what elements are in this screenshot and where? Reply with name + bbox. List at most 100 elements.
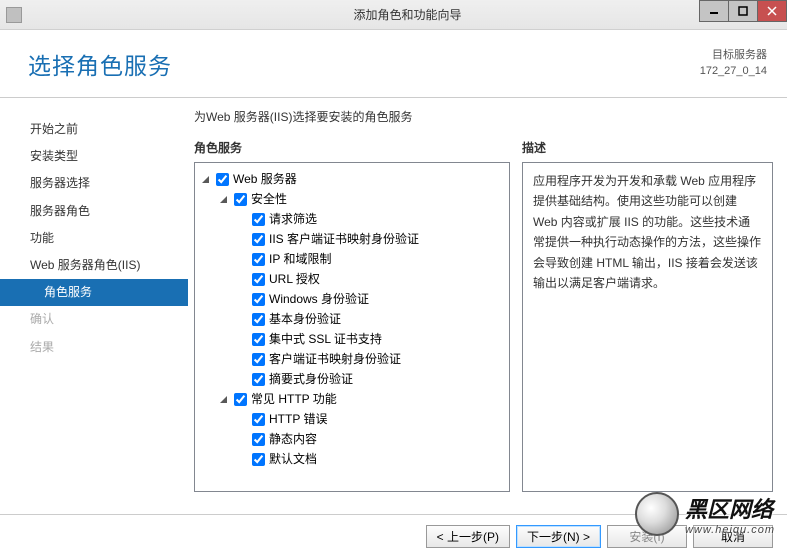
role-services-head: 角色服务 xyxy=(194,139,510,156)
tree-node[interactable]: 常见 HTTP 功能 xyxy=(201,389,507,409)
tree-checkbox[interactable] xyxy=(252,333,265,346)
tree-toggle-placeholder xyxy=(237,414,248,425)
description-box: 应用程序开发为开发和承载 Web 应用程序提供基础结构。使用这些功能可以创建 W… xyxy=(522,162,773,492)
role-services-column: 为Web 服务器(IIS)选择要安装的角色服务 角色服务 Web 服务器安全性请… xyxy=(194,108,510,514)
tree-node[interactable]: 请求筛选 xyxy=(201,209,507,229)
tree-label: 安全性 xyxy=(251,189,287,209)
tree-toggle-placeholder xyxy=(237,314,248,325)
tree-node[interactable]: 静态内容 xyxy=(201,429,507,449)
tree-toggle-icon[interactable] xyxy=(219,394,230,405)
tree-toggle-placeholder xyxy=(237,274,248,285)
description-column: 描述 应用程序开发为开发和承载 Web 应用程序提供基础结构。使用这些功能可以创… xyxy=(522,108,773,514)
tree-label: Windows 身份验证 xyxy=(269,289,369,309)
minimize-button[interactable] xyxy=(699,0,729,22)
window-controls xyxy=(700,0,787,22)
destination-value: 172_27_0_14 xyxy=(700,64,767,79)
maximize-button[interactable] xyxy=(728,0,758,22)
tree-node[interactable]: 基本身份验证 xyxy=(201,309,507,329)
nav-item[interactable]: 安装类型 xyxy=(0,143,188,170)
description-head: 描述 xyxy=(522,139,773,156)
tree-scroll[interactable]: Web 服务器安全性请求筛选IIS 客户端证书映射身份验证IP 和域限制URL … xyxy=(195,163,509,491)
close-icon xyxy=(767,6,777,16)
nav-item[interactable]: 服务器选择 xyxy=(0,170,188,197)
tree-label: 请求筛选 xyxy=(269,209,317,229)
maximize-icon xyxy=(738,6,748,16)
tree-checkbox[interactable] xyxy=(252,293,265,306)
tree-toggle-icon[interactable] xyxy=(201,174,212,185)
tree-toggle-placeholder xyxy=(237,294,248,305)
intro-text: 为Web 服务器(IIS)选择要安装的角色服务 xyxy=(194,108,510,125)
titlebar: 添加角色和功能向导 xyxy=(0,0,787,30)
tree-toggle-placeholder xyxy=(237,434,248,445)
nav-item: 确认 xyxy=(0,306,188,333)
tree-toggle-placeholder xyxy=(237,214,248,225)
tree-checkbox[interactable] xyxy=(252,413,265,426)
tree-label: 摘要式身份验证 xyxy=(269,369,353,389)
tree-toggle-placeholder xyxy=(237,234,248,245)
tree-label: HTTP 错误 xyxy=(269,409,327,429)
tree-label: 集中式 SSL 证书支持 xyxy=(269,329,382,349)
tree-node[interactable]: 集中式 SSL 证书支持 xyxy=(201,329,507,349)
destination-server-block: 目标服务器 172_27_0_14 xyxy=(700,48,767,79)
tree-toggle-icon[interactable] xyxy=(219,194,230,205)
content: 开始之前安装类型服务器选择服务器角色功能Web 服务器角色(IIS)角色服务确认… xyxy=(0,98,787,514)
nav-item[interactable]: 角色服务 xyxy=(0,279,188,306)
tree-checkbox[interactable] xyxy=(252,253,265,266)
prev-button[interactable]: < 上一步(P) xyxy=(426,525,510,548)
tree-label: Web 服务器 xyxy=(233,169,297,189)
tree-label: IIS 客户端证书映射身份验证 xyxy=(269,229,419,249)
nav-item: 结果 xyxy=(0,334,188,361)
tree-node[interactable]: Web 服务器 xyxy=(201,169,507,189)
tree-node[interactable]: IIS 客户端证书映射身份验证 xyxy=(201,229,507,249)
tree-checkbox[interactable] xyxy=(252,213,265,226)
tree-toggle-placeholder xyxy=(237,454,248,465)
tree-checkbox[interactable] xyxy=(252,453,265,466)
tree-node[interactable]: URL 授权 xyxy=(201,269,507,289)
tree-node[interactable]: 客户端证书映射身份验证 xyxy=(201,349,507,369)
tree-label: URL 授权 xyxy=(269,269,320,289)
tree-checkbox[interactable] xyxy=(252,433,265,446)
install-button[interactable]: 安装(I) xyxy=(607,525,687,548)
tree-node[interactable]: 摘要式身份验证 xyxy=(201,369,507,389)
tree-toggle-placeholder xyxy=(237,354,248,365)
tree-checkbox[interactable] xyxy=(216,173,229,186)
app-icon xyxy=(6,7,22,23)
tree-node[interactable]: 安全性 xyxy=(201,189,507,209)
tree-node[interactable]: HTTP 错误 xyxy=(201,409,507,429)
tree-node[interactable]: 默认文档 xyxy=(201,449,507,469)
wizard-nav: 开始之前安装类型服务器选择服务器角色功能Web 服务器角色(IIS)角色服务确认… xyxy=(0,98,188,514)
tree-checkbox[interactable] xyxy=(234,393,247,406)
tree-checkbox[interactable] xyxy=(252,313,265,326)
close-button[interactable] xyxy=(757,0,787,22)
tree-label: 常见 HTTP 功能 xyxy=(251,389,337,409)
header: 选择角色服务 目标服务器 172_27_0_14 xyxy=(0,30,787,98)
page-title: 选择角色服务 xyxy=(28,47,172,81)
tree-checkbox[interactable] xyxy=(252,273,265,286)
nav-item[interactable]: Web 服务器角色(IIS) xyxy=(0,252,188,279)
nav-item[interactable]: 功能 xyxy=(0,225,188,252)
tree-toggle-placeholder xyxy=(237,254,248,265)
role-services-tree: Web 服务器安全性请求筛选IIS 客户端证书映射身份验证IP 和域限制URL … xyxy=(194,162,510,492)
tree-label: 静态内容 xyxy=(269,429,317,449)
tree-label: 基本身份验证 xyxy=(269,309,341,329)
tree-node[interactable]: Windows 身份验证 xyxy=(201,289,507,309)
cancel-button[interactable]: 取消 xyxy=(693,525,773,548)
tree-checkbox[interactable] xyxy=(252,373,265,386)
tree-toggle-placeholder xyxy=(237,374,248,385)
next-button[interactable]: 下一步(N) > xyxy=(516,525,601,548)
nav-item[interactable]: 服务器角色 xyxy=(0,198,188,225)
tree-checkbox[interactable] xyxy=(252,233,265,246)
tree-label: 客户端证书映射身份验证 xyxy=(269,349,401,369)
tree-toggle-placeholder xyxy=(237,334,248,345)
spacer xyxy=(522,108,773,139)
nav-item[interactable]: 开始之前 xyxy=(0,116,188,143)
minimize-icon xyxy=(709,6,719,16)
wizard-footer: < 上一步(P) 下一步(N) > 安装(I) 取消 xyxy=(0,514,787,558)
tree-checkbox[interactable] xyxy=(252,353,265,366)
tree-label: IP 和域限制 xyxy=(269,249,331,269)
tree-checkbox[interactable] xyxy=(234,193,247,206)
main-panel: 为Web 服务器(IIS)选择要安装的角色服务 角色服务 Web 服务器安全性请… xyxy=(188,98,787,514)
tree-label: 默认文档 xyxy=(269,449,317,469)
tree-node[interactable]: IP 和域限制 xyxy=(201,249,507,269)
window-title: 添加角色和功能向导 xyxy=(28,6,787,23)
